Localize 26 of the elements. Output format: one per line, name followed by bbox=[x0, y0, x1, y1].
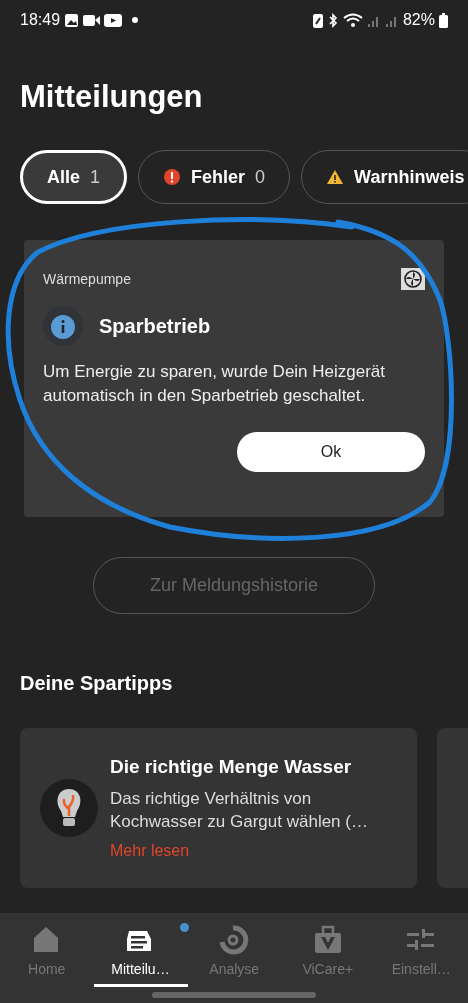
fan-icon bbox=[401, 268, 425, 290]
info-icon bbox=[43, 306, 83, 346]
gauge-icon bbox=[219, 925, 250, 955]
video-icon bbox=[83, 13, 101, 27]
battery-icon bbox=[439, 12, 448, 28]
status-time: 18:49 bbox=[20, 10, 61, 30]
tip-text: Das richtige Verhältnis von Kochwasser zu Gargut wählen (… bbox=[110, 788, 369, 834]
battery-percent: 82% bbox=[402, 10, 435, 30]
category-label: Wärmepumpe bbox=[43, 269, 131, 289]
bag-icon bbox=[312, 925, 343, 955]
wifi-icon bbox=[342, 12, 363, 28]
error-icon bbox=[163, 168, 182, 186]
notification-message: Um Energie zu sparen, wurde Dein Heizgerät automatisch in den Sparbetrieb geschaltet. bbox=[43, 361, 387, 407]
page-title: Mitteilungen bbox=[20, 78, 204, 116]
filter-chip[interactable]: Alle 1 bbox=[20, 150, 128, 204]
warning-icon bbox=[326, 169, 345, 185]
section-title: Deine Spartipps bbox=[20, 671, 174, 696]
battery-saver-icon bbox=[312, 12, 323, 28]
tip-title: Die richtige Menge Wasser bbox=[110, 754, 353, 779]
play-icon bbox=[104, 13, 123, 27]
bluetooth-icon bbox=[326, 12, 339, 28]
ok-button[interactable]: Ok bbox=[237, 432, 425, 472]
image-icon bbox=[64, 12, 80, 28]
notification-title: Sparbetrieb bbox=[99, 314, 211, 339]
lightbulb-icon bbox=[40, 779, 98, 837]
tip-card[interactable]: Die richtige Menge Wasser Das richtige Verhältnis von Kochwasser zu Gargut wählen (… Mehr lesen bbox=[20, 728, 417, 888]
